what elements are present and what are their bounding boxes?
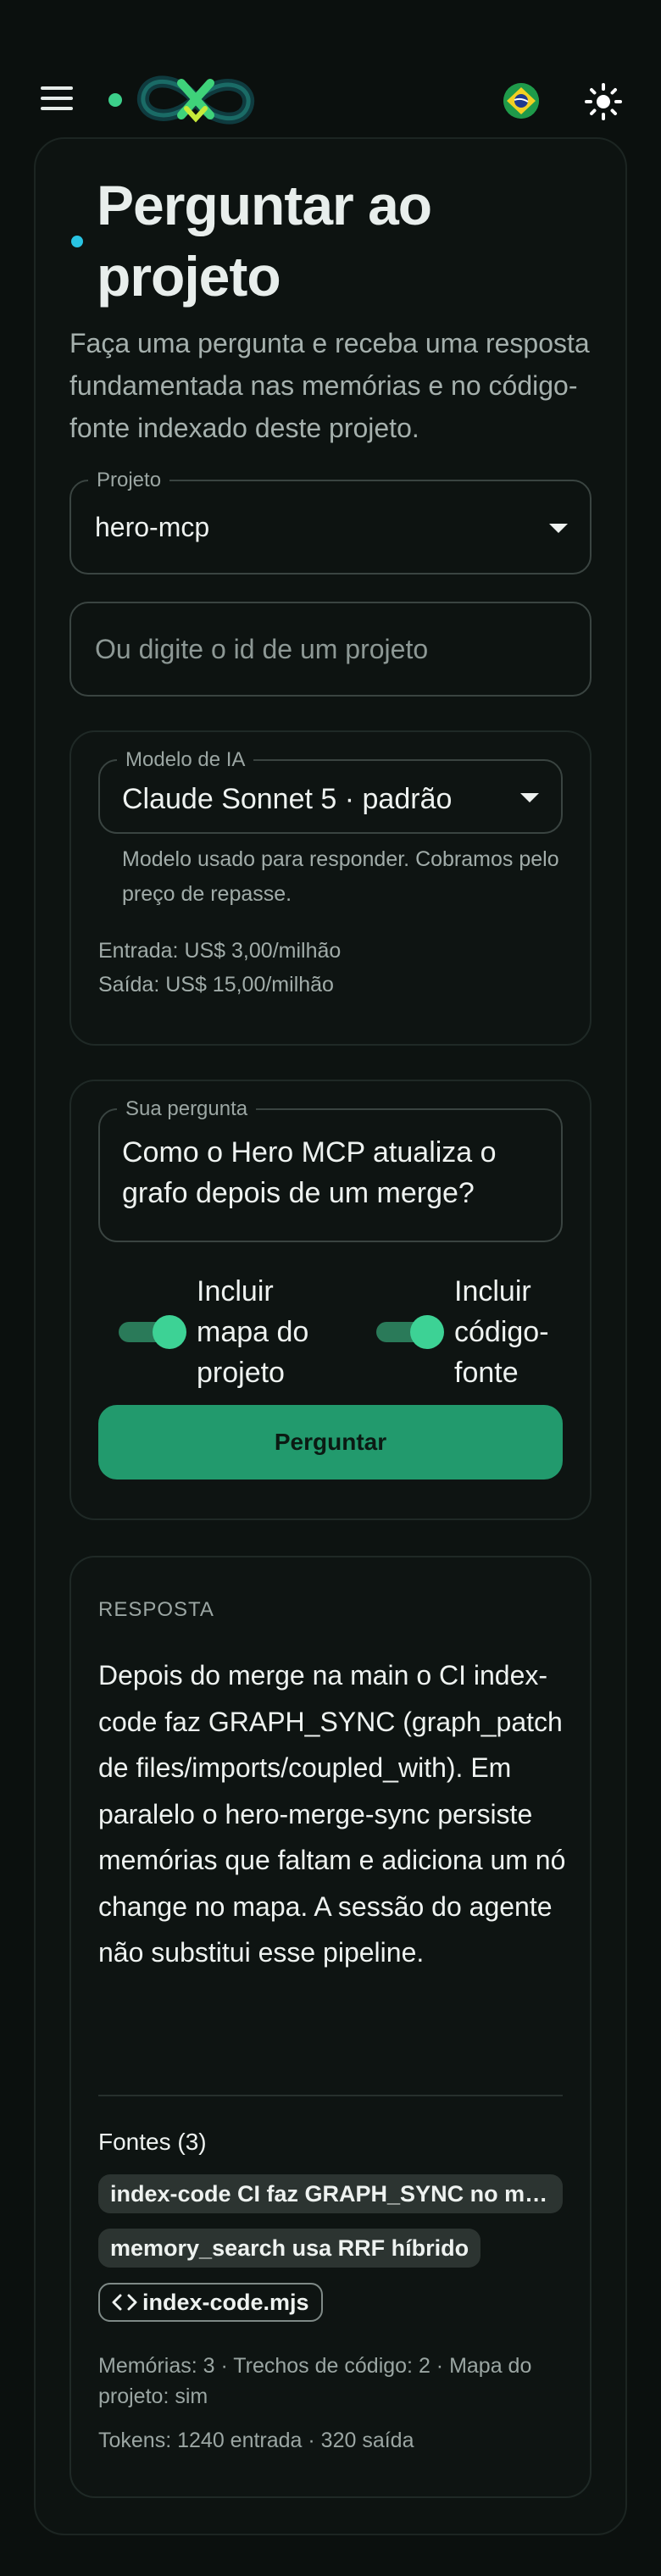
output-price: Saída: US$ 15,00/milhão — [98, 973, 334, 997]
top-bar — [0, 0, 661, 136]
source-chip-label: index-code.mjs — [142, 2290, 309, 2315]
model-help-text: Modelo usado para responder. Cobramos pe… — [122, 847, 559, 906]
include-code-toggle[interactable] — [376, 1315, 444, 1349]
answer-meta-counts: Memórias: 3 · Trechos de código: 2 · Map… — [98, 2354, 532, 2408]
project-select[interactable]: Projeto hero-mcp — [69, 469, 592, 575]
project-id-input[interactable] — [69, 602, 592, 697]
status-indicator — [108, 93, 122, 107]
source-chip[interactable]: index-code CI faz GRAPH_SYNC no merge — [98, 2174, 563, 2213]
page-title: Perguntar ao projeto — [97, 174, 432, 308]
model-select-label: Modelo de IA — [117, 749, 254, 771]
model-select[interactable]: Modelo de IA Claude Sonnet 5 · padrão — [98, 749, 563, 834]
answer-label: RESPOSTA — [98, 1598, 214, 1621]
include-code-label: Incluir código-fonte — [454, 1275, 549, 1389]
brazil-flag-icon[interactable] — [503, 83, 539, 119]
source-chip-code[interactable]: index-code.mjs — [98, 2283, 323, 2322]
answer-meta-tokens: Tokens: 1240 entrada · 320 saída — [98, 2429, 414, 2452]
include-map-label: Incluir mapa do projeto — [197, 1275, 309, 1389]
project-select-label: Projeto — [88, 469, 170, 491]
title-indicator-dot — [71, 236, 83, 247]
sun-icon[interactable] — [583, 81, 624, 122]
chevron-down-icon — [520, 793, 539, 802]
include-map-toggle[interactable] — [119, 1315, 186, 1349]
question-field-label: Sua pergunta — [117, 1098, 257, 1120]
divider — [98, 2095, 563, 2096]
input-price: Entrada: US$ 3,00/milhão — [98, 939, 342, 963]
answer-text: Depois do merge na main o CI index-code … — [98, 1660, 566, 1968]
sources-title: Fontes (3) — [98, 2129, 207, 2155]
source-chip[interactable]: memory_search usa RRF híbrido — [98, 2229, 481, 2268]
question-field[interactable]: Sua pergunta Como o Hero MCP atualiza o … — [98, 1098, 563, 1242]
ask-button[interactable]: Perguntar — [98, 1405, 563, 1480]
code-brackets-icon — [112, 2294, 137, 2311]
question-text: Como o Hero MCP atualiza o grafo depois … — [122, 1136, 497, 1209]
chevron-down-icon — [549, 524, 568, 533]
infinity-logo-icon[interactable] — [134, 68, 258, 132]
hamburger-menu-icon[interactable] — [41, 86, 73, 112]
project-select-value: hero-mcp — [95, 512, 210, 542]
model-select-value: Claude Sonnet 5 · padrão — [122, 783, 453, 815]
page-subtitle: Faça uma pergunta e receba uma resposta … — [69, 328, 590, 443]
